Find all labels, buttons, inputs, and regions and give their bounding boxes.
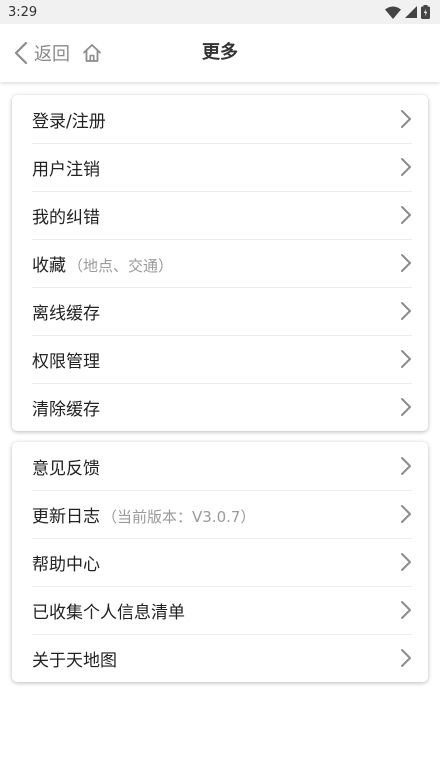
item-label: 权限管理	[32, 351, 100, 372]
chevron-left-icon	[14, 41, 28, 65]
item-label: 帮助中心	[32, 554, 100, 575]
back-label: 返回	[34, 44, 70, 65]
chevron-right-icon	[401, 302, 411, 320]
chevron-right-icon	[401, 553, 411, 571]
home-button[interactable]	[82, 43, 102, 63]
item-label: 我的纠错	[32, 207, 100, 228]
menu-item-changelog[interactable]: 更新日志 （当前版本：V3.0.7）	[12, 490, 428, 538]
menu-group-1: 登录/注册 用户注销 我的纠错 收藏 （地点、交通） 离线缓存 权限管理 清除缓…	[12, 95, 428, 431]
menu-group-2: 意见反馈 更新日志 （当前版本：V3.0.7） 帮助中心 已收集个人信息清单 关…	[12, 442, 428, 682]
item-label: 意见反馈	[32, 458, 100, 479]
status-bar: 3:29	[0, 0, 440, 24]
chevron-right-icon	[401, 457, 411, 475]
battery-icon	[421, 5, 430, 19]
item-label: 已收集个人信息清单	[32, 602, 185, 623]
signal-icon	[405, 6, 417, 18]
menu-item-permissions[interactable]: 权限管理	[12, 335, 428, 383]
item-label: 关于天地图	[32, 650, 117, 671]
menu-item-help-center[interactable]: 帮助中心	[12, 538, 428, 586]
menu-item-login[interactable]: 登录/注册	[12, 95, 428, 143]
status-time: 3:29	[8, 4, 38, 20]
item-label: 清除缓存	[32, 399, 100, 420]
menu-item-favorites[interactable]: 收藏 （地点、交通）	[12, 239, 428, 287]
item-label: 用户注销	[32, 159, 100, 180]
item-label: 收藏	[32, 255, 66, 276]
item-sublabel: （当前版本：V3.0.7）	[102, 507, 256, 526]
item-label: 更新日志	[32, 506, 100, 527]
back-button[interactable]: 返回	[0, 24, 70, 82]
menu-item-feedback[interactable]: 意见反馈	[12, 442, 428, 490]
menu-content: 登录/注册 用户注销 我的纠错 收藏 （地点、交通） 离线缓存 权限管理 清除缓…	[0, 82, 440, 682]
chevron-right-icon	[401, 649, 411, 667]
chevron-right-icon	[401, 505, 411, 523]
status-icons	[385, 5, 430, 19]
chevron-right-icon	[401, 350, 411, 368]
menu-item-offline-cache[interactable]: 离线缓存	[12, 287, 428, 335]
chevron-right-icon	[401, 110, 411, 128]
chevron-right-icon	[401, 601, 411, 619]
menu-item-about[interactable]: 关于天地图	[12, 634, 428, 682]
chevron-right-icon	[401, 158, 411, 176]
chevron-right-icon	[401, 206, 411, 224]
header-bar: 返回 更多	[0, 24, 440, 82]
item-label: 登录/注册	[32, 111, 106, 132]
menu-item-my-corrections[interactable]: 我的纠错	[12, 191, 428, 239]
chevron-right-icon	[401, 254, 411, 272]
menu-item-account-deletion[interactable]: 用户注销	[12, 143, 428, 191]
menu-item-collected-info-list[interactable]: 已收集个人信息清单	[12, 586, 428, 634]
menu-item-clear-cache[interactable]: 清除缓存	[12, 383, 428, 431]
chevron-right-icon	[401, 398, 411, 416]
item-sublabel: （地点、交通）	[68, 256, 174, 275]
item-label: 离线缓存	[32, 303, 100, 324]
wifi-icon	[385, 6, 401, 19]
home-icon	[83, 44, 101, 62]
